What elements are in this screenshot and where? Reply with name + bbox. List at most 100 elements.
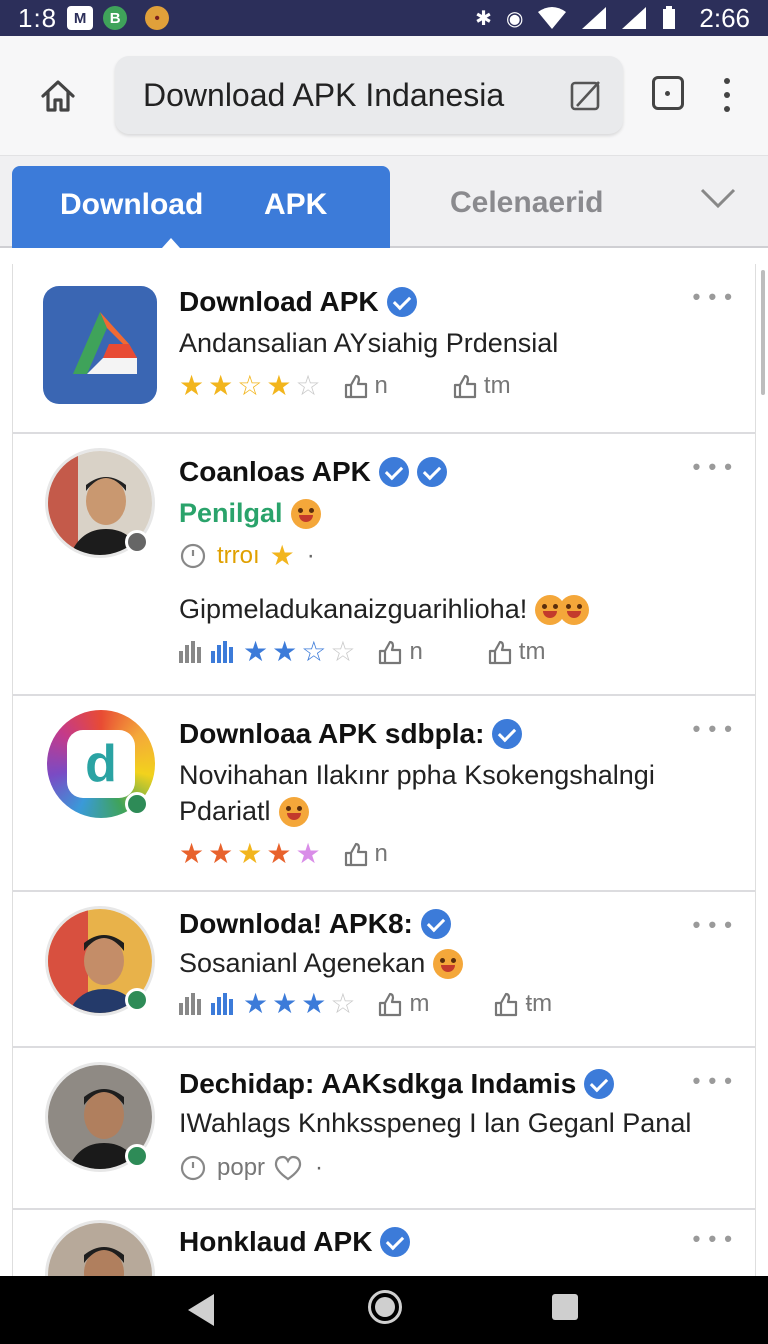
item-description-text: Gipmeladukanaizguarihlioha! [179, 594, 528, 624]
item-subtitle: Andansalian AYsiahig Prdensial [179, 328, 559, 358]
url-text[interactable]: Download APK Indanesia [143, 77, 504, 114]
item-meta: ★ ★ ☆ ★ ☆ n tm [179, 372, 511, 400]
tab-label-apk: APK [264, 188, 328, 221]
like-count[interactable]: n [343, 372, 388, 400]
star-icon: ★ [208, 370, 234, 401]
scrollbar[interactable] [761, 270, 765, 395]
item-meta: ★ ★ ★ ☆ m ŧm [179, 990, 552, 1018]
address-bar[interactable]: Download APK Indanesia [115, 56, 623, 134]
item-subtitle-text: Penilgal [179, 498, 283, 528]
like-count-text: m [409, 990, 430, 1017]
like-count[interactable]: n [343, 840, 388, 868]
list-item[interactable]: Honklaud APK • • • [13, 1210, 755, 1276]
like-count[interactable]: n [377, 638, 423, 666]
like-count-text: n [374, 372, 388, 399]
share-count[interactable]: tm [487, 638, 545, 666]
verified-icon [420, 909, 451, 939]
chevron-down-icon[interactable] [698, 182, 738, 212]
recent-icon[interactable] [552, 1294, 578, 1320]
star-icon: ★ [243, 636, 269, 667]
more-options-icon[interactable]: • • • [693, 716, 733, 742]
share-count[interactable]: tm [452, 372, 511, 400]
status-time-right: 2:66 [699, 2, 750, 33]
list-item[interactable]: Coanloas APK Penilgal trroı ★ · Gipmelad… [13, 434, 755, 696]
battery-icon [663, 6, 676, 29]
clock-icon [180, 543, 206, 569]
separator-dot: · [306, 542, 315, 569]
thumb-icon [379, 992, 402, 1017]
verified-icon [378, 457, 409, 487]
notification-avatar-icon: • [145, 6, 170, 30]
star-empty-icon: ☆ [330, 988, 356, 1019]
signal-icon-2 [622, 7, 647, 29]
tabs-icon[interactable] [652, 76, 684, 110]
more-options-icon[interactable]: • • • [693, 284, 733, 310]
star-icon: ★ [266, 370, 292, 401]
like-count[interactable]: m [377, 990, 429, 1018]
star-icon: ★ [179, 370, 205, 401]
star-icon: ★ [301, 988, 327, 1019]
item-subtitle: Novihahan Ilakınr ppha Ksokеngshalngi [179, 760, 655, 790]
home-nav-icon[interactable] [368, 1290, 402, 1324]
thumb-icon [379, 640, 402, 665]
item-title-text: Dechidap: AAKsdkga Indamis [179, 1068, 577, 1099]
avatar [45, 1220, 155, 1276]
item-title: Downloaa APK sdbpla: [179, 718, 523, 750]
bar-chart-icon [179, 993, 201, 1015]
star-icon: ★ [179, 838, 205, 869]
tab-celenaerid[interactable]: Celenaerid [450, 186, 603, 220]
item-title: Dechidap: AAKsdkga Indamis [179, 1068, 615, 1100]
more-options-icon[interactable]: • • • [693, 454, 733, 480]
list-item[interactable]: Download APK Andansalian AYsiahig Prdens… [13, 264, 755, 434]
item-meta-text: popr [217, 1154, 266, 1181]
item-subtitle-2: Pdariatl [179, 796, 309, 827]
more-options-icon[interactable]: • • • [693, 912, 733, 938]
tab-download-apk[interactable]: Download APK [12, 166, 390, 248]
tab-indicator [162, 238, 180, 248]
star-icon: ★ [272, 636, 298, 667]
star-icon: ☆ [237, 370, 263, 401]
status-badge [125, 530, 149, 554]
item-meta-time: trroı ★ · [179, 542, 315, 570]
share-count[interactable]: ŧm [493, 990, 552, 1018]
item-title: Downloda! APK8: [179, 908, 451, 940]
back-icon[interactable] [188, 1294, 214, 1326]
thumb-icon [344, 374, 367, 399]
more-options-icon[interactable]: • • • [693, 1226, 733, 1252]
list-item[interactable]: Dechidap: AAKsdkga Indamis IWahlags Knhk… [13, 1048, 755, 1210]
list-item[interactable]: d Downloaa APK sdbpla: Novihahan Ilakınr… [13, 696, 755, 892]
star-icon: ★ [269, 540, 295, 571]
edit-icon[interactable] [569, 78, 603, 112]
notification-m-icon: M [67, 6, 94, 30]
more-options-icon[interactable]: • • • [693, 1068, 733, 1094]
star-icon: ★ [266, 838, 292, 869]
item-subtitle-2-text: Pdariatl [179, 796, 271, 826]
star-icon: ★ [243, 988, 269, 1019]
item-meta: popr · [179, 1154, 323, 1182]
status-badge [125, 1144, 149, 1168]
item-title-text: Download APK [179, 286, 379, 317]
item-meta-text: trroı [217, 542, 260, 569]
heart-icon[interactable] [273, 1154, 303, 1182]
star-empty-icon: ☆ [330, 636, 356, 667]
notification-app-icon: B [103, 6, 128, 30]
item-title-text: Coanloas APK [179, 456, 371, 487]
separator-dot: · [315, 1154, 324, 1181]
signal-icon [582, 7, 607, 29]
verified-icon [386, 287, 417, 317]
verified-icon [492, 719, 523, 749]
item-meta: ★ ★ ☆ ☆ n tm [179, 638, 545, 666]
item-title: Download APK [179, 286, 417, 318]
status-badge [125, 792, 149, 816]
item-meta: ★ ★ ★ ★ ★ n [179, 840, 388, 868]
item-title: Coanloas APK [179, 456, 447, 488]
home-icon[interactable] [38, 76, 78, 116]
bar-chart-icon [179, 641, 201, 663]
verified-icon [416, 457, 447, 487]
emoji-icon [433, 948, 464, 979]
app-icon [43, 286, 157, 404]
star-icon: ★ [295, 838, 321, 869]
thumb-icon [495, 992, 518, 1017]
more-vert-icon[interactable] [722, 78, 732, 112]
list-item[interactable]: Downloda! APK8: Sosanianl Agenekan ★ ★ ★… [13, 892, 755, 1048]
